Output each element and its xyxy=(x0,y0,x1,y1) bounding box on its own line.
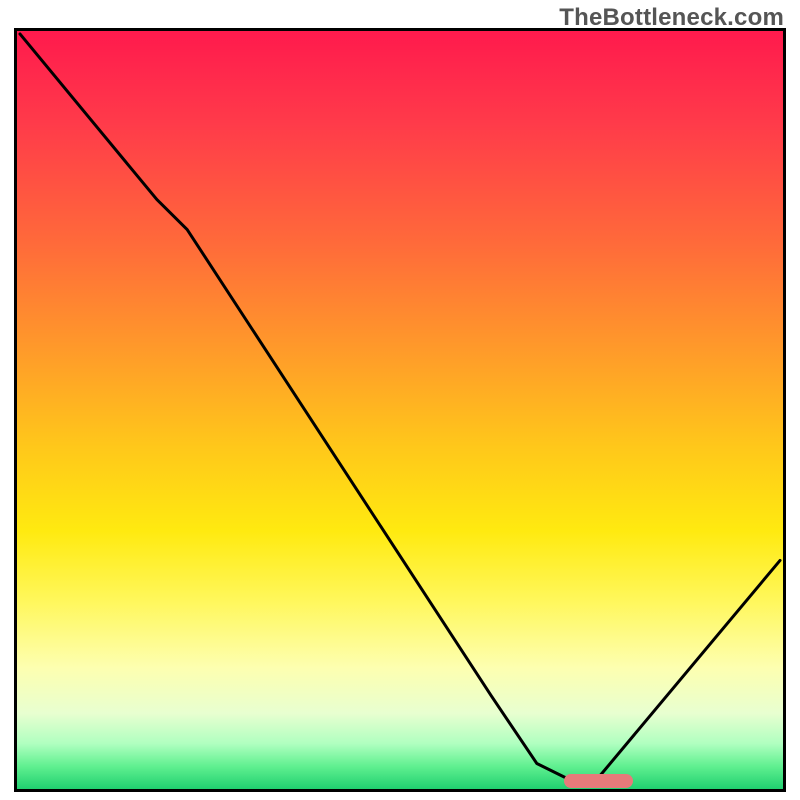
chart-frame xyxy=(14,28,786,792)
curve-line xyxy=(20,34,780,779)
optimum-marker xyxy=(564,774,633,788)
chart-plot xyxy=(17,31,783,789)
